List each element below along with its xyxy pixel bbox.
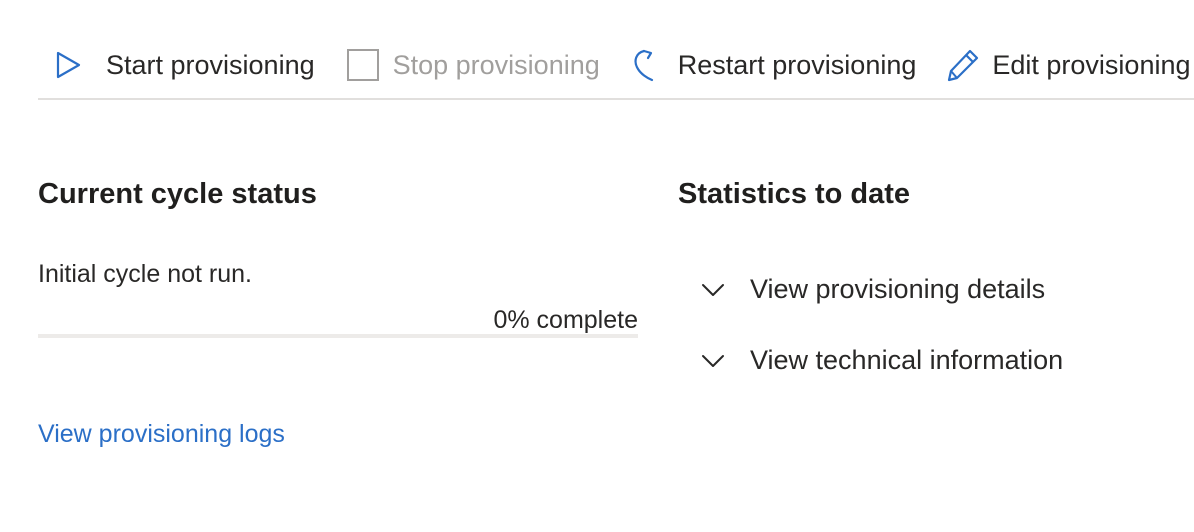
stop-provisioning-label: Stop provisioning: [392, 49, 600, 80]
start-provisioning-button[interactable]: Start provisioning: [50, 37, 315, 93]
progress-bar: [38, 334, 638, 338]
start-provisioning-label: Start provisioning: [106, 49, 315, 80]
restart-provisioning-label: Restart provisioning: [677, 49, 917, 80]
statistics-to-date-heading: Statistics to date: [678, 178, 911, 210]
view-provisioning-details-label: View provisioning details: [750, 274, 1046, 304]
view-provisioning-logs-link[interactable]: View provisioning logs: [38, 420, 285, 449]
view-technical-information-expander[interactable]: View technical information: [700, 345, 1063, 376]
view-provisioning-details-expander[interactable]: View provisioning details: [700, 274, 1045, 305]
pencil-icon: [944, 45, 982, 85]
chevron-down-icon: [700, 280, 726, 300]
chevron-down-icon: [700, 351, 726, 371]
stop-provisioning-button[interactable]: Stop provisioning: [345, 37, 600, 93]
progress-label: 0% complete: [493, 306, 638, 334]
command-bar: Start provisioning Stop provisioning Res…: [38, 38, 1194, 100]
play-icon: [50, 45, 86, 85]
restart-icon: [628, 45, 664, 85]
edit-provisioning-label: Edit provisioning: [992, 49, 1191, 80]
restart-provisioning-button[interactable]: Restart provisioning: [628, 37, 917, 93]
view-technical-information-label: View technical information: [750, 345, 1064, 375]
edit-provisioning-button[interactable]: Edit provisioning: [944, 37, 1191, 93]
stop-square-icon: [345, 45, 381, 85]
cycle-status-text: Initial cycle not run.: [38, 260, 252, 288]
current-cycle-status-heading: Current cycle status: [38, 178, 317, 210]
